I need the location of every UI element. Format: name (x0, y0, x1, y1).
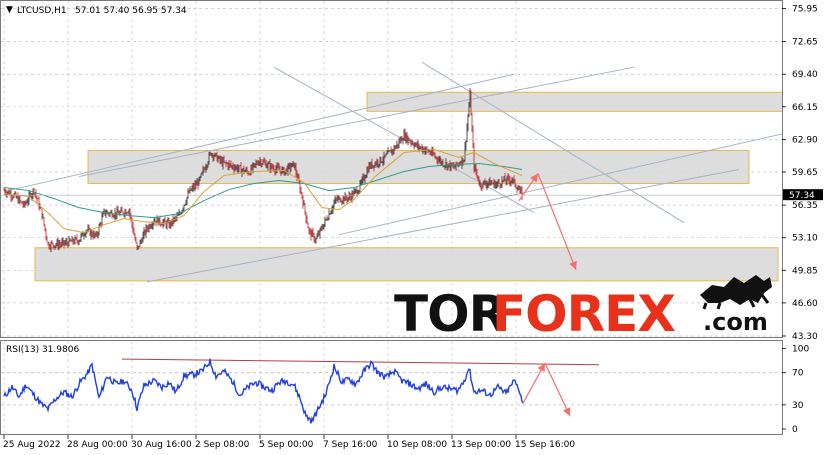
price-tick-label: 66.15 (792, 103, 818, 113)
chart-window: 75.95 72.65 69.40 66.15 62.90 59.65 56.35 53.10… (0, 0, 823, 450)
rsi-axis: 100 70 30 0 (782, 345, 809, 435)
current-price-tag: 57.34 (783, 189, 823, 201)
rsi-tick-label: 100 (792, 345, 809, 355)
time-tick-label: 25 Aug 2022 (3, 440, 61, 450)
rsi-tick-label: 30 (792, 401, 804, 411)
time-tick-label: 2 Sep 08:00 (195, 440, 250, 450)
rsi-label: RSI(13) 31.9806 (6, 345, 79, 355)
time-tick-label: 5 Sep 00:00 (259, 440, 314, 450)
rsi-tick-label: 0 (792, 425, 798, 435)
support-resistance-zone (34, 247, 779, 282)
time-tick-label: 7 Sep 16:00 (323, 440, 378, 450)
time-tick-label: 13 Sep 00:00 (451, 440, 511, 450)
price-axis: 75.95 72.65 69.40 66.15 62.90 59.65 56.35 53.10… (782, 5, 818, 342)
svg-text:FOREX: FOREX (492, 285, 675, 343)
price-tick-label: 56.35 (792, 201, 818, 211)
price-tick-label: 62.90 (792, 135, 818, 145)
time-tick-label: 10 Sep 08:00 (387, 440, 447, 450)
ohlc-values: 57.01 57.40 56.95 57.34 (75, 6, 187, 16)
time-tick-label: 28 Aug 00:00 (67, 440, 128, 450)
support-resistance-zone (366, 91, 782, 112)
price-tick-label: 69.40 (792, 70, 818, 80)
symbol-timeframe-label: LTCUSD,H1 (17, 6, 67, 16)
svg-text:TOR: TOR (394, 285, 507, 343)
time-tick-label: 15 Sep 16:00 (515, 440, 575, 450)
rsi-tick-label: 70 (792, 369, 804, 379)
svg-text:.com: .com (703, 308, 768, 336)
price-tick-label: 75.95 (792, 5, 818, 15)
price-tick-label: 46.60 (792, 299, 818, 309)
rsi-panel (0, 340, 783, 435)
time-axis: 25 Aug 2022 28 Aug 00:00 30 Aug 16:00 2 Sep… (3, 435, 575, 450)
time-tick-label: 30 Aug 16:00 (131, 440, 192, 450)
price-tick-label: 49.85 (792, 266, 818, 276)
price-tick-label: 72.65 (792, 38, 818, 48)
price-tick-label: 59.65 (792, 168, 818, 178)
chart-menu-icon[interactable]: ▼ (6, 5, 13, 15)
svg-text:57.34: 57.34 (789, 191, 815, 201)
price-tick-label: 53.10 (792, 234, 818, 244)
price-tick-label: 43.30 (792, 332, 818, 342)
